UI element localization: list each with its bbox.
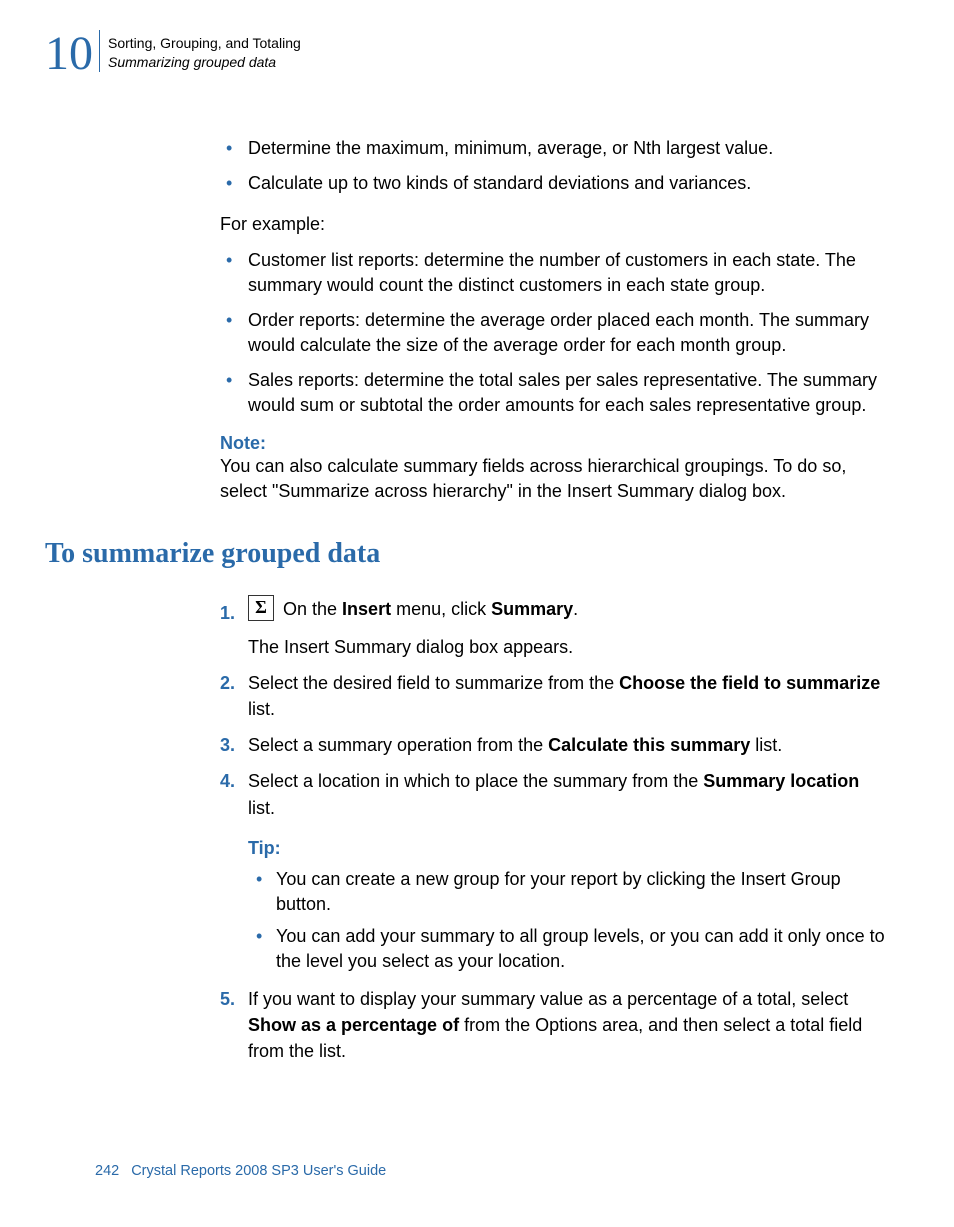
- list-item: You can add your summary to all group le…: [248, 924, 889, 974]
- list-item: You can create a new group for your repo…: [248, 867, 889, 917]
- step-bold: Show as a percentage of: [248, 1015, 459, 1035]
- list-item: Sales reports: determine the total sales…: [220, 368, 889, 418]
- chapter-number: 10: [45, 30, 93, 78]
- step-text: menu, click: [391, 599, 491, 619]
- step-text: list.: [248, 699, 275, 719]
- step-5: If you want to display your summary valu…: [220, 986, 889, 1064]
- footer-title: Crystal Reports 2008 SP3 User's Guide: [131, 1163, 386, 1179]
- step-bold: Calculate this summary: [548, 735, 750, 755]
- list-item: Determine the maximum, minimum, average,…: [220, 136, 889, 161]
- step-3: Select a summary operation from the Calc…: [220, 732, 889, 758]
- page-header: 10 Sorting, Grouping, and Totaling Summa…: [45, 30, 889, 78]
- step-text: list.: [248, 798, 275, 818]
- step-bold: Summary location: [703, 771, 859, 791]
- header-subtitle: Summarizing grouped data: [108, 53, 301, 72]
- header-text: Sorting, Grouping, and Totaling Summariz…: [99, 30, 301, 72]
- page-number: 242: [95, 1163, 119, 1179]
- page: 10 Sorting, Grouping, and Totaling Summa…: [0, 0, 954, 1227]
- step-sub: The Insert Summary dialog box appears.: [248, 635, 889, 660]
- list-item: Calculate up to two kinds of standard de…: [220, 171, 889, 196]
- page-footer: 242 Crystal Reports 2008 SP3 User's Guide: [95, 1163, 386, 1179]
- step-bold: Summary: [491, 599, 573, 619]
- step-2: Select the desired field to summarize fr…: [220, 670, 889, 722]
- for-example-label: For example:: [220, 212, 889, 237]
- tip-label: Tip:: [248, 835, 889, 861]
- step-1: Σ On the Insert menu, click Summary. The…: [220, 596, 889, 660]
- step-text: list.: [750, 735, 782, 755]
- example-bullets: Customer list reports: determine the num…: [220, 248, 889, 417]
- section-heading: To summarize grouped data: [45, 538, 889, 570]
- note-body: You can also calculate summary fields ac…: [220, 454, 889, 504]
- sigma-icon: Σ: [248, 595, 274, 621]
- list-item: Order reports: determine the average ord…: [220, 308, 889, 358]
- note-label: Note:: [220, 433, 889, 454]
- intro-bullets: Determine the maximum, minimum, average,…: [220, 136, 889, 196]
- header-title: Sorting, Grouping, and Totaling: [108, 34, 301, 53]
- content-area: Determine the maximum, minimum, average,…: [220, 136, 889, 1064]
- steps-list: Σ On the Insert menu, click Summary. The…: [220, 596, 889, 1064]
- step-text: If you want to display your summary valu…: [248, 989, 848, 1009]
- list-item: Customer list reports: determine the num…: [220, 248, 889, 298]
- step-text: Select a summary operation from the: [248, 735, 548, 755]
- step-text: On the: [278, 599, 342, 619]
- step-4: Select a location in which to place the …: [220, 768, 889, 974]
- step-text: Select a location in which to place the …: [248, 771, 703, 791]
- step-bold: Insert: [342, 599, 391, 619]
- step-bold: Choose the field to summarize: [619, 673, 880, 693]
- step-text: Select the desired field to summarize fr…: [248, 673, 619, 693]
- step-text: .: [573, 599, 578, 619]
- tip-bullets: You can create a new group for your repo…: [248, 867, 889, 974]
